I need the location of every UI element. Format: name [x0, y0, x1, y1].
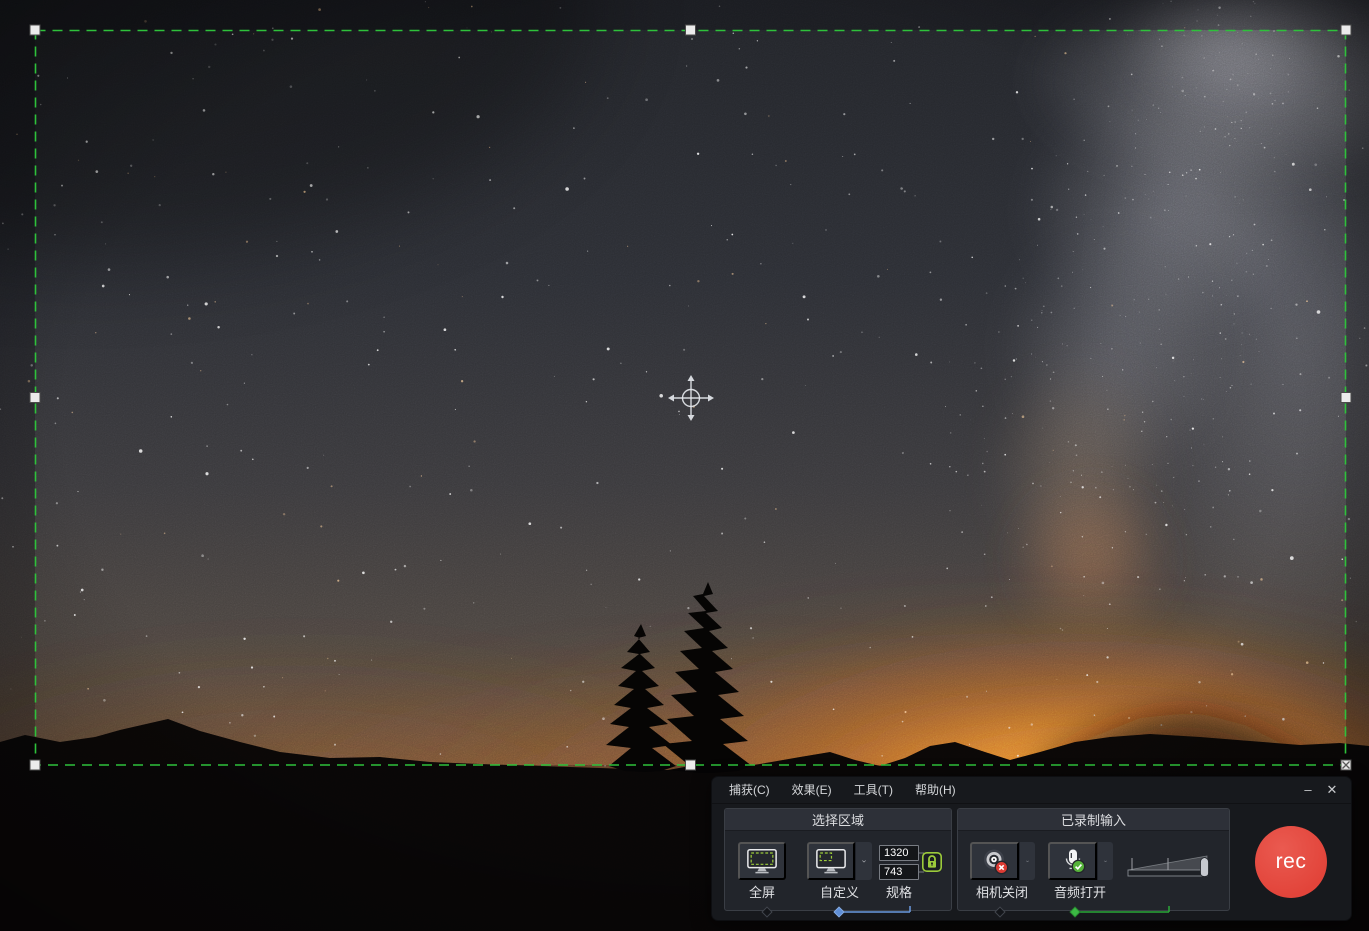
- recorded-inputs-title: 已录制输入: [958, 809, 1229, 831]
- recorded-inputs-group: 已录制输入 相机关闭: [957, 808, 1230, 911]
- width-input[interactable]: [879, 845, 919, 861]
- chevron-down-icon: [1026, 858, 1029, 865]
- close-button[interactable]: ✕: [1323, 781, 1341, 799]
- audio-dropdown[interactable]: [1097, 842, 1113, 880]
- selection-move-crosshair[interactable]: [668, 375, 714, 421]
- audio-status-label: 音频打开: [1038, 882, 1122, 901]
- select-area-group: 选择区域 全屏: [724, 808, 952, 911]
- handle-ne[interactable]: [1341, 25, 1351, 35]
- audio-mode-dot[interactable]: [1070, 907, 1080, 917]
- camera-mode-dot[interactable]: [995, 907, 1005, 917]
- aspect-lock-button[interactable]: [922, 852, 942, 872]
- custom-mode-dot[interactable]: [834, 907, 844, 917]
- select-area-title: 选择区域: [725, 809, 951, 831]
- record-button[interactable]: rec: [1255, 826, 1327, 898]
- handle-nw[interactable]: [30, 25, 40, 35]
- handle-s[interactable]: [686, 760, 696, 770]
- custom-area-label: 自定义: [797, 882, 882, 901]
- handle-e[interactable]: [1341, 393, 1351, 403]
- menu-bar: 捕获(C) 效果(E) 工具(T) 帮助(H) – ✕: [712, 777, 1351, 804]
- microphone-on-icon: [1058, 846, 1088, 876]
- camera-status-label: 相机关闭: [960, 882, 1044, 901]
- custom-area-button[interactable]: [807, 842, 855, 880]
- screen-recorder-overlay: 捕获(C) 效果(E) 工具(T) 帮助(H) – ✕ 选择区域 全屏: [0, 0, 1369, 931]
- lock-icon: [922, 852, 942, 872]
- dimensions-label: 规格: [875, 882, 923, 901]
- handle-sw[interactable]: [30, 760, 40, 770]
- handle-w[interactable]: [30, 393, 40, 403]
- menu-help[interactable]: 帮助(H): [904, 777, 967, 803]
- menu-capture[interactable]: 捕获(C): [718, 777, 781, 803]
- fullscreen-label: 全屏: [738, 882, 786, 901]
- menu-effects[interactable]: 效果(E): [781, 777, 843, 803]
- area-mode-slider: [725, 903, 953, 921]
- minimize-button[interactable]: –: [1299, 781, 1317, 799]
- custom-monitor-icon: [815, 848, 847, 875]
- webcam-off-icon: [980, 846, 1010, 876]
- audio-toggle-button[interactable]: [1048, 842, 1097, 880]
- input-mode-slider: [958, 903, 1231, 921]
- chevron-down-icon: [862, 858, 866, 865]
- handle-n[interactable]: [686, 25, 696, 35]
- menu-tools[interactable]: 工具(T): [843, 777, 904, 803]
- fullscreen-mode-dot[interactable]: [762, 907, 772, 917]
- fullscreen-monitor-icon: [746, 848, 778, 875]
- recorder-toolbar: 捕获(C) 效果(E) 工具(T) 帮助(H) – ✕ 选择区域 全屏: [711, 776, 1352, 921]
- camera-dropdown[interactable]: [1019, 842, 1035, 880]
- custom-area-dropdown[interactable]: [855, 842, 872, 880]
- audio-level-meter: [1126, 849, 1212, 879]
- window-controls: – ✕: [1299, 777, 1341, 803]
- chevron-down-icon: [1104, 858, 1107, 865]
- height-input[interactable]: [879, 864, 919, 880]
- fullscreen-button[interactable]: [738, 842, 786, 880]
- camera-toggle-button[interactable]: [970, 842, 1019, 880]
- volume-slider-handle[interactable]: [1201, 858, 1209, 877]
